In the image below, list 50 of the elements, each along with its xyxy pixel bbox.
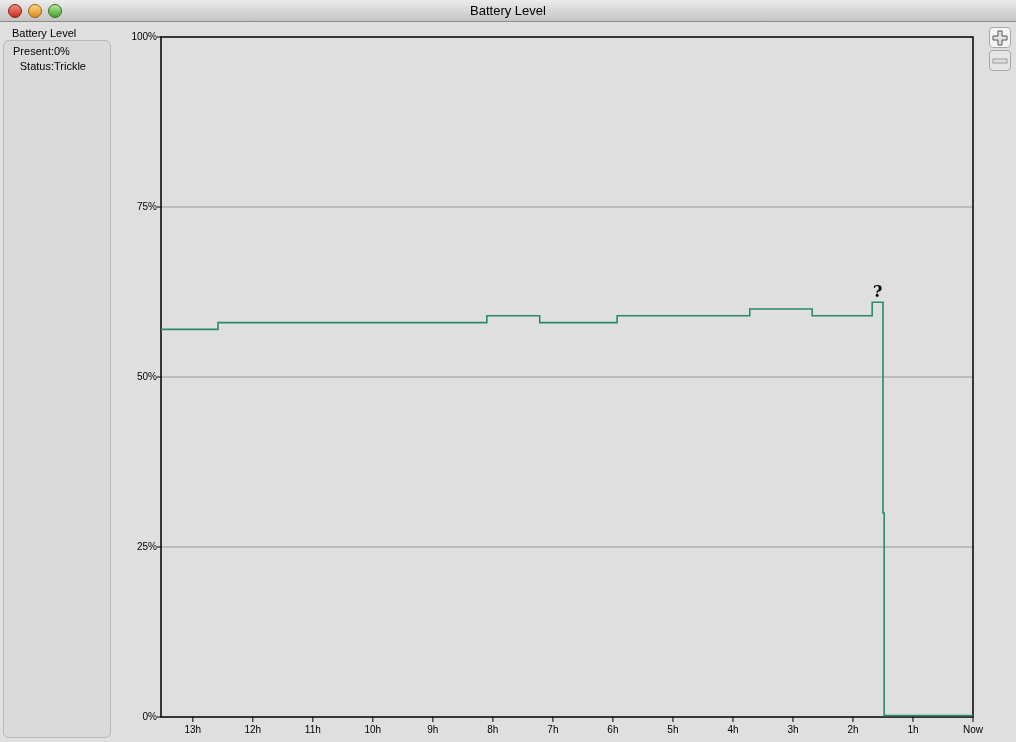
x-tick-label: 7h [547,716,559,735]
x-tick-label: 4h [727,724,739,735]
x-tick-label: 3h [787,716,799,735]
x-tick-label: 8h [487,724,499,735]
x-tick-label: 1h [907,716,919,735]
x-tick-label: 9h [427,724,439,735]
zoom-out-button[interactable] [989,50,1011,71]
zoom-in-button[interactable] [989,27,1011,48]
x-tick-label: 6h [607,724,619,735]
x-tick-label: 5h [667,724,679,735]
x-tick-label: 8h [487,716,499,735]
x-tick-label: 3h [787,724,799,735]
x-tick-label: 6h [607,716,619,735]
y-tick-label: 25% [137,541,162,552]
x-tick-label: 11h [304,716,321,735]
y-tick-label: 75% [137,201,162,212]
x-tick-label: 10h [364,724,382,735]
x-tick-label: Now [962,724,984,735]
y-tick-label: 100% [131,31,162,42]
y-tick-label: 50% [137,371,162,382]
y-tick-label: 75% [136,201,158,212]
x-tick-label: 10h [364,716,382,735]
y-tick-label: 50% [136,371,158,382]
x-tick-label: Now [963,716,983,735]
plus-icon [992,29,1008,46]
field-value: 0% [54,44,70,59]
close-button[interactable] [8,3,22,18]
x-tick-label: 13h [184,716,202,735]
x-tick-label: 12h [244,724,262,735]
window-title: Battery Level [470,1,546,20]
y-tick-label: 0% [142,711,162,722]
zoom-button[interactable] [48,3,62,18]
question-mark: ? [872,282,883,302]
x-tick-label: 5h [667,716,679,735]
x-tick-label: 12h [244,716,262,735]
x-tick-label: 9h [427,716,439,735]
x-tick-label: 4h [727,716,739,735]
field-label: Status: [18,59,54,74]
sidebar-title: Battery Level [11,26,78,40]
x-tick-label: 7h [547,724,559,735]
field-value: Trickle [54,59,86,74]
y-tick-label: 0% [142,711,158,722]
field-label: Present: [12,44,54,59]
x-tick-label: 2h [847,716,859,735]
x-tick-label: 2h [847,724,859,735]
x-tick-label: 1h [907,724,919,735]
x-tick-label: 13h [184,724,202,735]
minimize-button[interactable] [28,3,42,18]
y-tick-label: 25% [136,541,158,552]
x-tick-label: 11h [304,724,321,735]
